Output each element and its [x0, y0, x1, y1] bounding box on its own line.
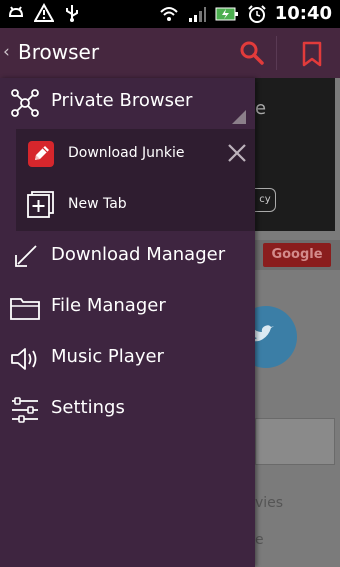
partial-text: e [255, 532, 264, 548]
warning-icon [34, 3, 54, 22]
back-chevron-icon[interactable]: ‹ [3, 42, 10, 62]
private-browser-icon [11, 89, 39, 117]
alarm-icon [247, 5, 266, 23]
bookmark-icon[interactable] [296, 38, 328, 70]
folder-icon [10, 298, 40, 320]
tab-download-junkie[interactable]: Download Junkie [16, 129, 255, 180]
menu-item-download-manager[interactable]: Download Manager [0, 232, 255, 282]
tab-new-tab[interactable]: New Tab [16, 180, 255, 231]
page-header-panel: e cy [255, 78, 335, 231]
status-time: 10:40 [274, 3, 332, 24]
battery-charging-icon [215, 7, 238, 21]
menu-item-label: Music Player [51, 346, 164, 367]
partial-text: vies [255, 495, 284, 511]
status-bar: 10:40 [0, 0, 340, 28]
tab-label: New Tab [68, 196, 127, 212]
google-button: Google [263, 243, 331, 267]
menu-item-label: File Manager [51, 295, 166, 316]
menu-item-music-player[interactable]: Music Player [0, 334, 255, 384]
app-bar: ‹ Browser [0, 28, 340, 78]
tab-label: Download Junkie [68, 145, 185, 161]
menu-item-label: Private Browser [51, 90, 193, 111]
sliders-icon [12, 397, 38, 423]
open-tabs-panel: Download Junkie New Tab [16, 129, 255, 231]
usb-icon [66, 5, 78, 22]
app-title[interactable]: Browser [18, 40, 99, 64]
menu-item-private-browser[interactable]: Private Browser [0, 78, 255, 128]
wifi-icon [159, 7, 178, 21]
web-content: e cy Google vies e [255, 78, 340, 567]
twitter-logo [255, 306, 297, 368]
menu-item-label: Settings [51, 397, 125, 418]
navigation-drawer: Private Browser Download Junkie New Tab … [0, 78, 255, 567]
menu-item-settings[interactable]: Settings [0, 385, 255, 435]
usb-debug-icon [8, 6, 24, 17]
bird-icon [255, 325, 274, 342]
search-icon[interactable] [236, 38, 268, 70]
close-icon[interactable] [225, 141, 249, 165]
expand-corner-icon[interactable] [232, 110, 246, 124]
appbar-divider [276, 36, 277, 70]
download-icon [15, 245, 37, 267]
edit-app-icon [28, 141, 54, 167]
speaker-icon [11, 348, 37, 370]
content-box [255, 418, 335, 465]
menu-item-label: Download Manager [51, 244, 226, 265]
menu-item-file-manager[interactable]: File Manager [0, 283, 255, 333]
new-tab-icon [27, 191, 54, 218]
signal-icon [188, 7, 206, 22]
partial-text: e [255, 98, 267, 119]
partial-button: cy [255, 188, 276, 212]
